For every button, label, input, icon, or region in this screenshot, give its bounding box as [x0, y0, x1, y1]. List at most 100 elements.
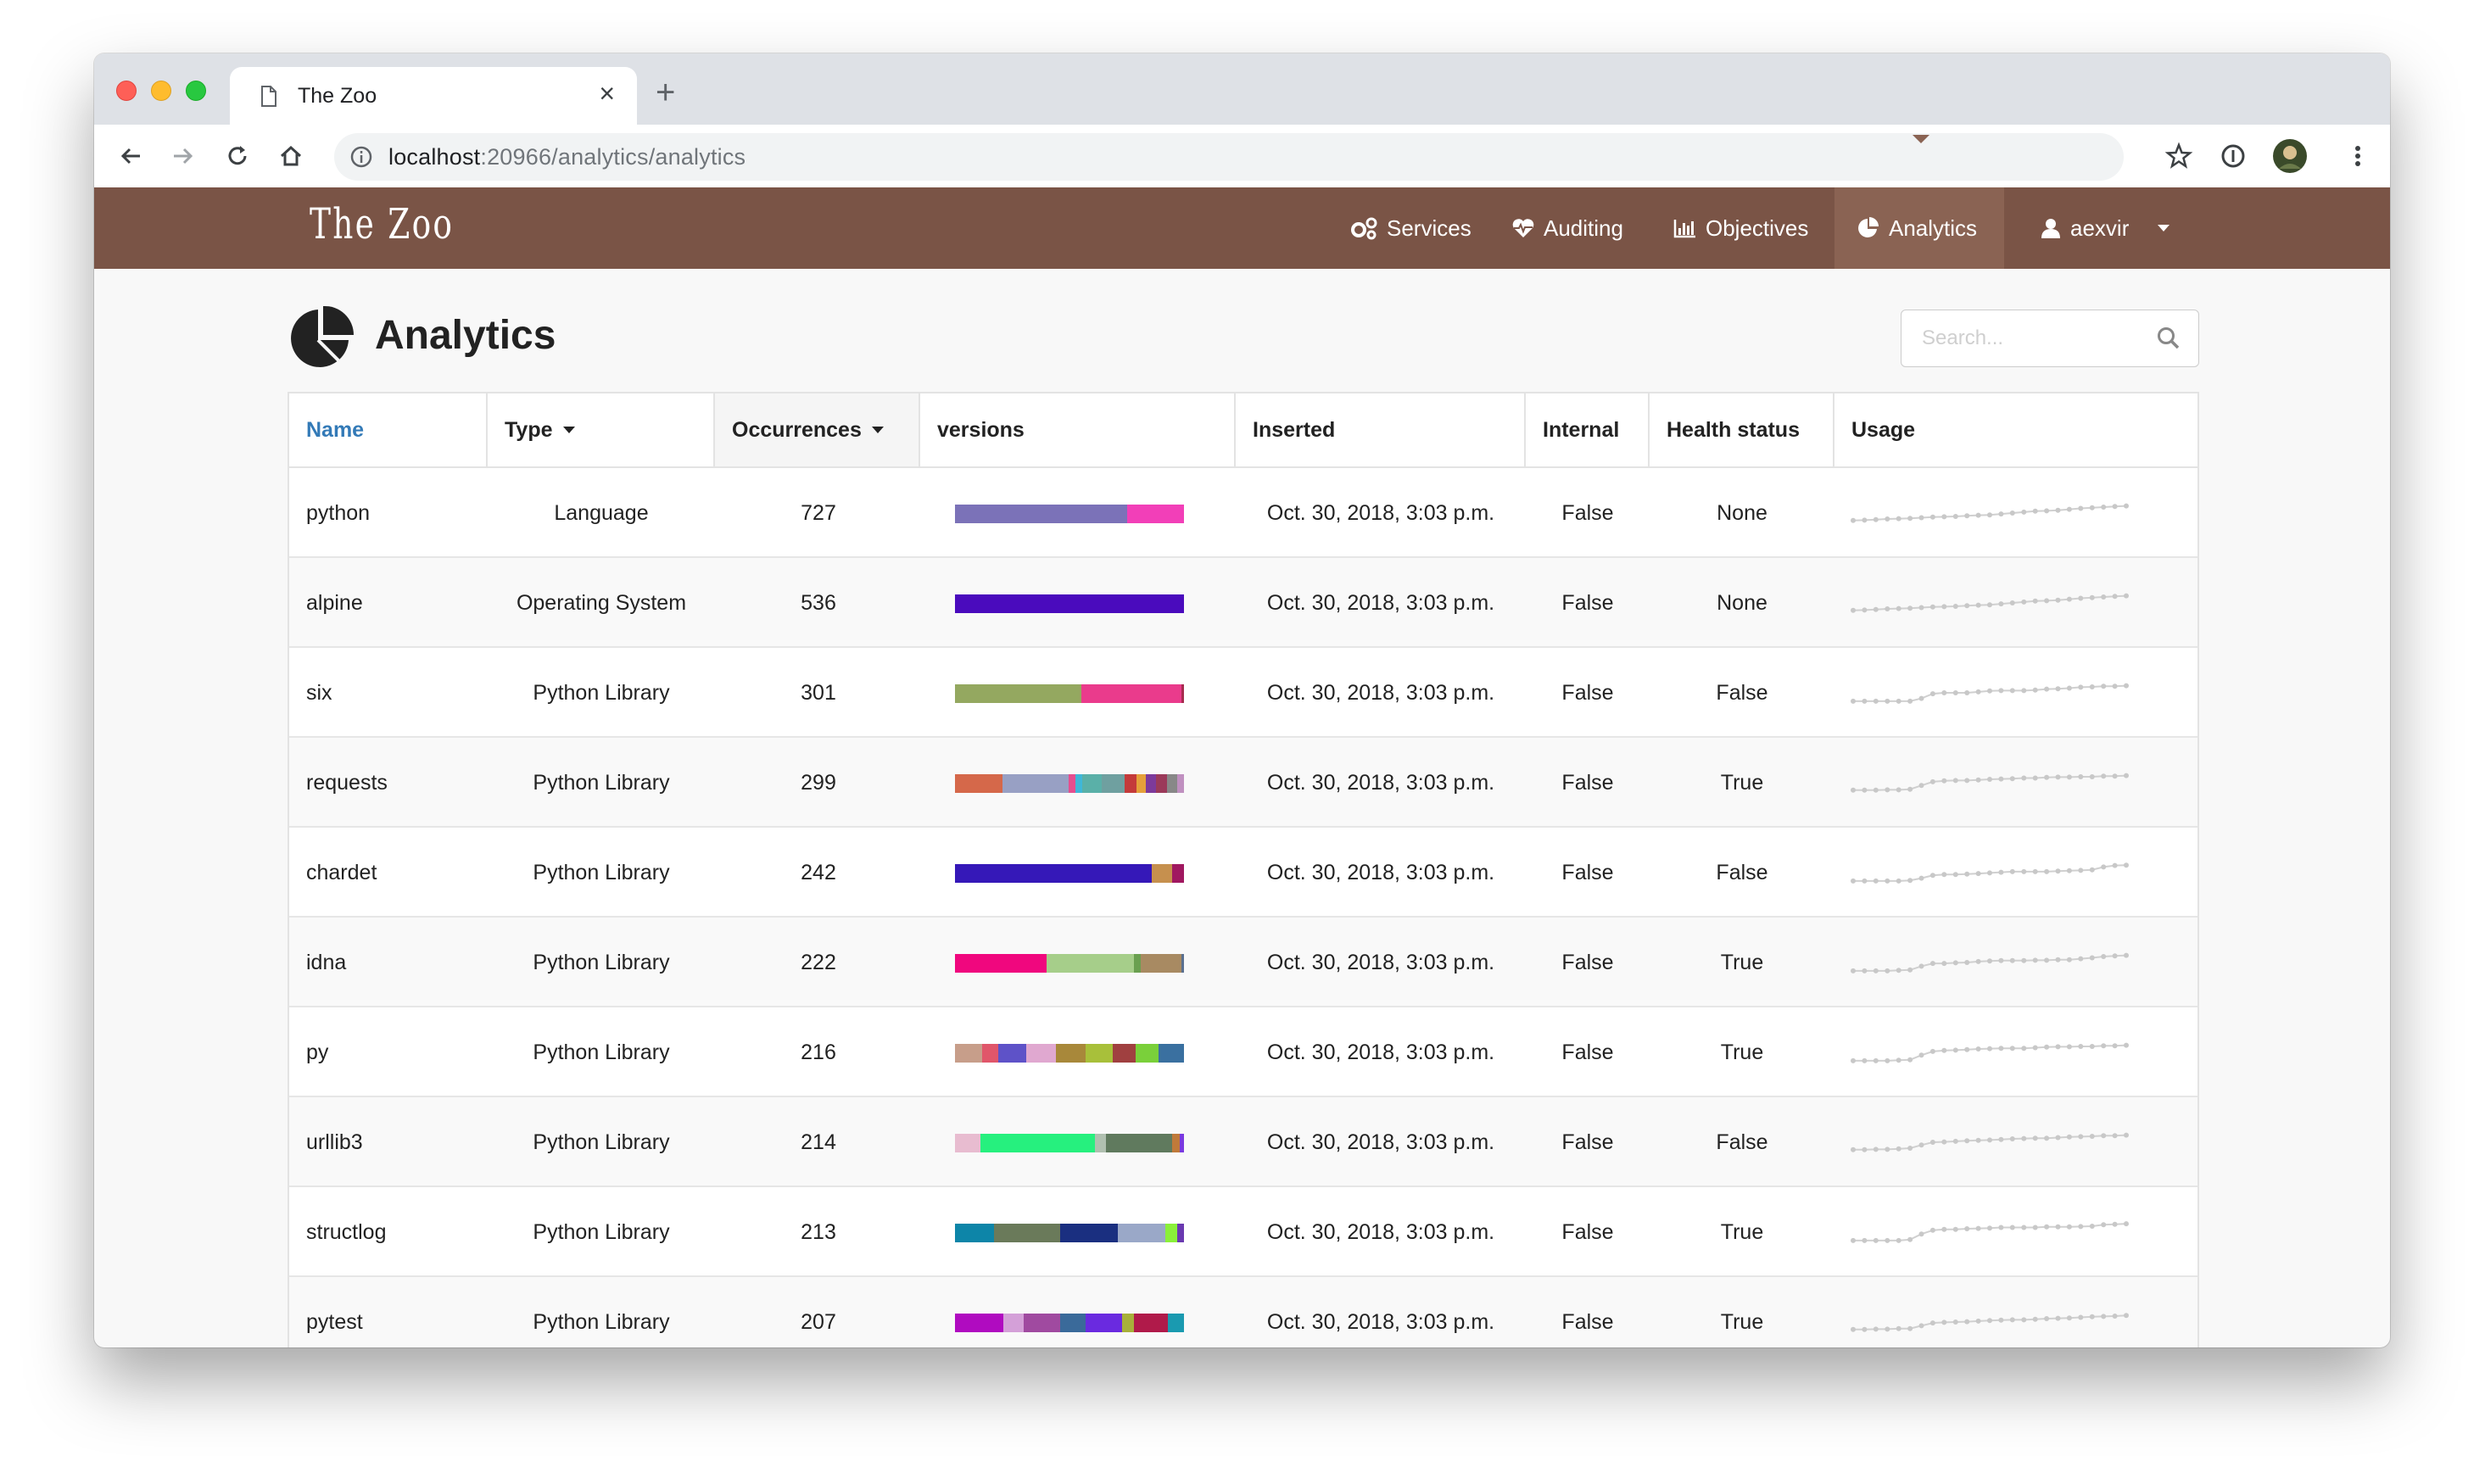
version-segment[interactable]	[955, 954, 1047, 973]
profile-avatar-icon[interactable]	[2272, 138, 2308, 174]
version-segment[interactable]	[1133, 1314, 1169, 1332]
version-segment[interactable]	[955, 1044, 983, 1063]
column-header-usage[interactable]: Usage	[1834, 393, 2199, 466]
version-segment[interactable]	[955, 1314, 1003, 1332]
version-segment[interactable]	[1125, 774, 1137, 793]
column-header-versions[interactable]: versions	[920, 393, 1236, 466]
version-segment[interactable]	[1047, 954, 1134, 973]
version-segment[interactable]	[1136, 774, 1147, 793]
version-segment[interactable]	[998, 1044, 1026, 1063]
version-segment[interactable]	[982, 1044, 999, 1063]
version-segment[interactable]	[1082, 774, 1102, 793]
version-segment[interactable]	[1060, 1224, 1118, 1242]
version-segment[interactable]	[1133, 954, 1141, 973]
user-menu[interactable]: aexvir	[2033, 187, 2177, 269]
version-segment[interactable]	[993, 1224, 1061, 1242]
window-minimize-button[interactable]	[151, 81, 171, 101]
version-segment[interactable]	[1060, 1314, 1086, 1332]
table-row[interactable]: idna Python Library 222 Oct. 30, 2018, 3:03…	[289, 918, 2197, 1007]
version-segment[interactable]	[1094, 1134, 1107, 1152]
version-segment[interactable]	[955, 594, 1184, 613]
version-segment[interactable]	[1081, 684, 1182, 703]
versions-bar[interactable]	[955, 594, 1184, 613]
version-segment[interactable]	[955, 1134, 980, 1152]
nav-services[interactable]: Services	[1339, 187, 1480, 269]
window-maximize-button[interactable]	[186, 81, 206, 101]
column-header-inserted[interactable]: Inserted	[1236, 393, 1526, 466]
search-icon[interactable]	[2156, 326, 2181, 351]
version-segment[interactable]	[955, 864, 1153, 883]
version-segment[interactable]	[1155, 774, 1168, 793]
new-tab-icon[interactable]: +	[656, 75, 675, 109]
nav-objectives[interactable]: Objectives	[1663, 187, 1824, 269]
version-segment[interactable]	[1159, 1044, 1184, 1063]
version-segment[interactable]	[1176, 1224, 1184, 1242]
version-segment[interactable]	[1117, 1224, 1166, 1242]
versions-bar[interactable]	[955, 505, 1184, 523]
version-segment[interactable]	[1176, 774, 1184, 793]
version-segment[interactable]	[955, 505, 1127, 523]
window-close-button[interactable]	[116, 81, 137, 101]
back-icon[interactable]	[116, 142, 145, 170]
versions-bar[interactable]	[955, 1314, 1184, 1332]
version-segment[interactable]	[1002, 1314, 1024, 1332]
table-row[interactable]: py Python Library 216 Oct. 30, 2018, 3:03 p…	[289, 1007, 2197, 1097]
browser-tab[interactable]: The Zoo ×	[230, 67, 637, 125]
nav-auditing[interactable]: Auditing	[1501, 187, 1644, 269]
version-segment[interactable]	[1126, 505, 1184, 523]
version-segment[interactable]	[1167, 774, 1177, 793]
version-segment[interactable]	[1055, 1044, 1086, 1063]
table-row[interactable]: python Language 727 Oct. 30, 2018, 3:03 p.m…	[289, 468, 2197, 558]
version-segment[interactable]	[1136, 1044, 1159, 1063]
table-row[interactable]: requests Python Library 299 Oct. 30, 2018, …	[289, 738, 2197, 828]
table-row[interactable]: structlog Python Library 213 Oct. 30, 2018,…	[289, 1187, 2197, 1277]
versions-bar[interactable]	[955, 1224, 1184, 1242]
column-header-name[interactable]: Name	[289, 393, 488, 466]
version-segment[interactable]	[1179, 1134, 1184, 1152]
versions-bar[interactable]	[955, 864, 1184, 883]
versions-bar[interactable]	[955, 684, 1184, 703]
version-segment[interactable]	[1122, 1314, 1134, 1332]
versions-bar[interactable]	[955, 774, 1184, 793]
version-segment[interactable]	[1101, 774, 1125, 793]
version-segment[interactable]	[1085, 1314, 1123, 1332]
column-header-health[interactable]: Health status	[1650, 393, 1834, 466]
table-row[interactable]: urllib3 Python Library 214 Oct. 30, 2018, 3…	[289, 1097, 2197, 1187]
version-segment[interactable]	[955, 774, 1002, 793]
version-segment[interactable]	[955, 684, 1081, 703]
table-row[interactable]: six Python Library 301 Oct. 30, 2018, 3:03 …	[289, 648, 2197, 738]
version-segment[interactable]	[1181, 954, 1184, 973]
versions-bar[interactable]	[955, 1044, 1184, 1063]
version-segment[interactable]	[980, 1134, 1095, 1152]
version-segment[interactable]	[1002, 774, 1069, 793]
tab-close-icon[interactable]: ×	[599, 80, 615, 107]
column-header-type[interactable]: Type	[488, 393, 715, 466]
search-box[interactable]	[1901, 310, 2199, 367]
menu-kebab-icon[interactable]	[2343, 142, 2372, 170]
info-icon[interactable]	[349, 145, 373, 169]
column-header-internal[interactable]: Internal	[1526, 393, 1650, 466]
versions-bar[interactable]	[955, 1134, 1184, 1152]
version-segment[interactable]	[1172, 864, 1184, 883]
version-segment[interactable]	[1165, 1224, 1177, 1242]
version-segment[interactable]	[955, 1224, 994, 1242]
version-segment[interactable]	[1106, 1134, 1173, 1152]
version-segment[interactable]	[1140, 954, 1182, 973]
extension-icon[interactable]	[2219, 142, 2248, 170]
version-segment[interactable]	[1146, 774, 1156, 793]
version-segment[interactable]	[1075, 774, 1083, 793]
column-header-occurrences[interactable]: Occurrences	[715, 393, 920, 466]
version-segment[interactable]	[1085, 1044, 1114, 1063]
version-segment[interactable]	[1168, 1314, 1184, 1332]
versions-bar[interactable]	[955, 954, 1184, 973]
app-logo[interactable]: The Zoo	[310, 199, 454, 248]
version-segment[interactable]	[1172, 1134, 1180, 1152]
forward-icon[interactable]	[169, 142, 198, 170]
bookmark-star-icon[interactable]	[2164, 142, 2193, 170]
address-bar[interactable]: localhost:20966/analytics/analytics	[334, 133, 2124, 181]
table-row[interactable]: alpine Operating System 536 Oct. 30, 2018, …	[289, 558, 2197, 648]
version-segment[interactable]	[1181, 684, 1184, 703]
table-row[interactable]: chardet Python Library 242 Oct. 30, 2018, 3…	[289, 828, 2197, 918]
table-row[interactable]: pytest Python Library 207 Oct. 30, 2018, 3:…	[289, 1277, 2197, 1347]
version-segment[interactable]	[1152, 864, 1173, 883]
